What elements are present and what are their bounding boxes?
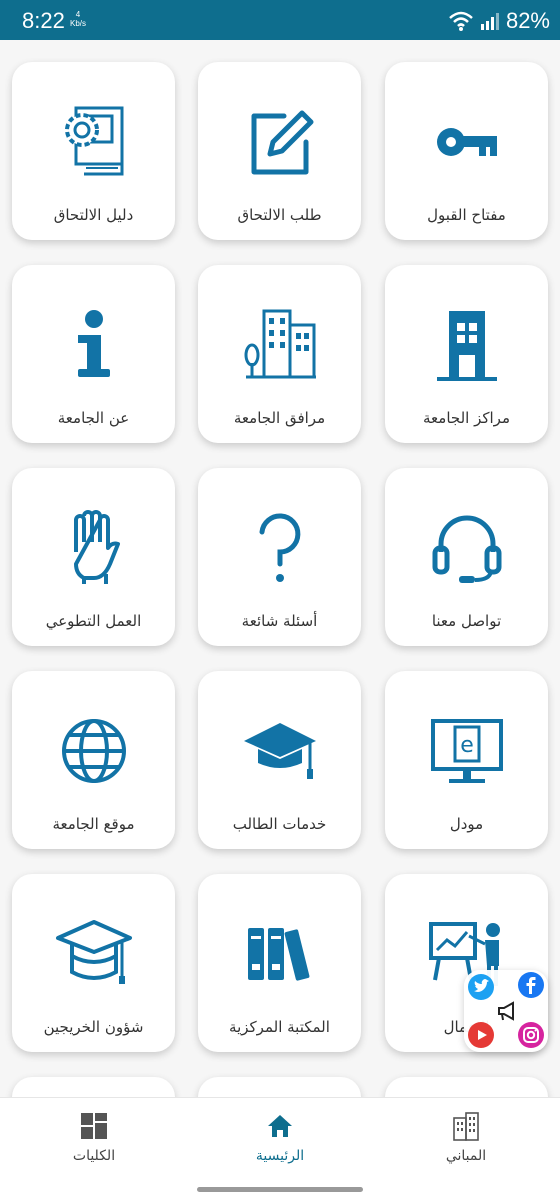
moodle-monitor-icon: e: [427, 711, 507, 791]
tile-label: شؤون الخريجين: [43, 1018, 144, 1036]
tile-university-facilities[interactable]: مرافق الجامعة: [198, 265, 361, 443]
tile-label: المكتبة المركزية: [229, 1018, 330, 1036]
tile-volunteer-work[interactable]: العمل التطوعي: [12, 468, 175, 646]
svg-text:e: e: [460, 733, 474, 758]
headset-icon: [427, 508, 507, 588]
network-speed-value: 4: [75, 10, 81, 19]
tile-label: طلب الالتحاق: [237, 206, 322, 224]
network-speed-unit: Kb/s: [70, 19, 87, 28]
graduation-cap-icon: [240, 711, 320, 791]
buildings-icon: [453, 1112, 479, 1141]
nav-label: الرئيسية: [255, 1148, 305, 1164]
nav-buildings[interactable]: المباني: [396, 1110, 536, 1164]
grid-icon: [81, 1113, 107, 1139]
question-icon: [240, 508, 320, 588]
edit-icon: [240, 102, 320, 182]
tile-label: مفتاح القبول: [427, 206, 506, 224]
facebook-icon[interactable]: [518, 972, 544, 998]
wifi-icon: [449, 11, 473, 31]
library-books-icon: [240, 914, 320, 994]
globe-icon: [54, 711, 134, 791]
network-speed: 4 Kb/s: [70, 10, 86, 28]
building-icon: [427, 305, 507, 385]
instagram-icon[interactable]: [518, 1022, 544, 1048]
nav-label: الكليات: [72, 1148, 116, 1164]
nav-label: المباني: [445, 1148, 487, 1164]
tile-student-services[interactable]: خدمات الطالب: [198, 671, 361, 849]
tile-label: العمل التطوعي: [45, 612, 142, 630]
tile-label: مراكز الجامعة: [423, 409, 510, 427]
raised-hand-icon: [54, 508, 134, 588]
guide-book-icon: [54, 102, 134, 182]
home-icon: [268, 1115, 292, 1137]
tile-label: مودل: [449, 815, 484, 833]
status-bar: 8:22 4 Kb/s 82%: [0, 0, 560, 40]
signal-icon: [480, 13, 499, 30]
nav-colleges[interactable]: الكليات: [24, 1110, 164, 1164]
tile-label: موقع الجامعة: [52, 815, 135, 833]
tile-enrollment-request[interactable]: طلب الالتحاق: [198, 62, 361, 240]
graduate-icon: [54, 914, 134, 994]
tile-admission-key[interactable]: مفتاح القبول: [385, 62, 548, 240]
tile-university-centers[interactable]: مراكز الجامعة: [385, 265, 548, 443]
tile-label: دليل الالتحاق: [53, 206, 134, 224]
social-media-widget[interactable]: [464, 970, 548, 1052]
battery-level: 82%: [505, 8, 550, 33]
twitter-icon[interactable]: [468, 974, 494, 1000]
tile-label: مرافق الجامعة: [233, 409, 326, 427]
key-icon: [427, 102, 507, 182]
tile-label: تواصل معنا: [431, 612, 502, 630]
tile-central-library[interactable]: المكتبة المركزية: [198, 874, 361, 1052]
home-indicator[interactable]: [197, 1187, 363, 1192]
tile-faq[interactable]: أسئلة شائعة: [198, 468, 361, 646]
tile-moodle[interactable]: e مودل: [385, 671, 548, 849]
tile-label: أسئلة شائعة: [241, 612, 318, 630]
bottom-nav: المباني الرئيسية الكليات: [0, 1097, 560, 1200]
tile-contact-us[interactable]: تواصل معنا: [385, 468, 548, 646]
tile-enrollment-guide[interactable]: دليل الالتحاق: [12, 62, 175, 240]
youtube-icon[interactable]: [468, 1022, 494, 1048]
tile-label: عن الجامعة: [57, 409, 130, 427]
nav-home[interactable]: الرئيسية: [210, 1110, 350, 1164]
facilities-icon: [240, 305, 320, 385]
status-time: 8:22: [22, 8, 65, 33]
tile-alumni-affairs[interactable]: شؤون الخريجين: [12, 874, 175, 1052]
megaphone-icon: [494, 998, 520, 1024]
info-icon: [54, 305, 134, 385]
tile-university-website[interactable]: موقع الجامعة: [12, 671, 175, 849]
tile-about-university[interactable]: عن الجامعة: [12, 265, 175, 443]
tile-label: خدمات الطالب: [232, 815, 327, 833]
